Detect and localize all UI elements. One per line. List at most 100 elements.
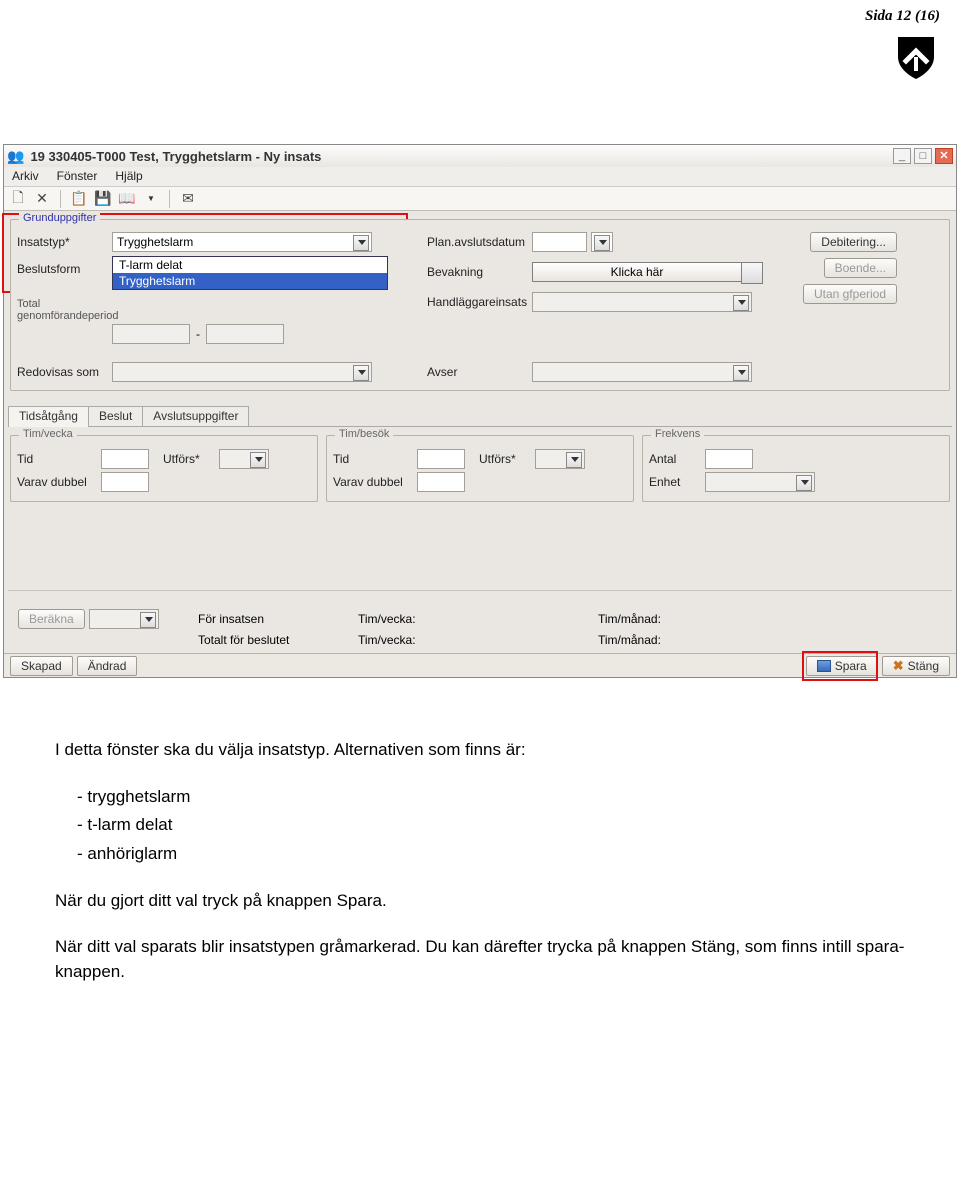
stang-button[interactable]: ✖ Stäng bbox=[882, 656, 950, 676]
tab-beslut[interactable]: Beslut bbox=[88, 406, 143, 426]
titlebar-app-icon: 👥 bbox=[7, 148, 24, 165]
dropdown-tb-utfors[interactable] bbox=[535, 449, 585, 469]
insatstyp-dropdown[interactable]: Trygghetslarm bbox=[112, 232, 372, 252]
toolbar-new-icon[interactable]: 🗋 bbox=[10, 191, 26, 207]
field-plan-avslut[interactable] bbox=[532, 232, 587, 252]
period-dash: - bbox=[196, 327, 200, 341]
bottom-summary: Beräkna För insatsen Tim/vecka: Tim/måna… bbox=[8, 590, 952, 653]
toolbar-separator-2 bbox=[169, 190, 170, 208]
instruction-para-2: När du gjort ditt val tryck på knappen S… bbox=[55, 889, 930, 914]
berakna-dropdown[interactable] bbox=[89, 609, 159, 629]
spara-button[interactable]: Spara bbox=[806, 656, 878, 676]
redovisas-dropdown[interactable] bbox=[112, 362, 372, 382]
panel-frekvens: Frekvens Antal Enhet bbox=[642, 435, 950, 502]
label-tb-tid: Tid bbox=[333, 452, 411, 466]
label-for-insatsen: För insatsen bbox=[198, 612, 328, 626]
stang-label: Stäng bbox=[908, 659, 939, 673]
andrad-button[interactable]: Ändrad bbox=[77, 656, 138, 676]
page-number: Sida 12 (16) bbox=[0, 0, 960, 25]
toolbar-save-icon[interactable]: 💾 bbox=[95, 191, 111, 207]
label-beslutsform: Beslutsform bbox=[17, 262, 112, 276]
berakna-button[interactable]: Beräkna bbox=[18, 609, 85, 629]
window-maximize-button[interactable]: □ bbox=[914, 148, 932, 164]
groupbox-grunduppgifter: Grunduppgifter Insatstyp* Trygghetslarm … bbox=[10, 219, 950, 391]
titlebar: 👥 19 330405-T000 Test, Trygghetslarm - N… bbox=[4, 145, 956, 167]
insatstyp-dropdown-list[interactable]: T-larm delat Trygghetslarm bbox=[112, 256, 388, 290]
boende-button[interactable]: Boende... bbox=[824, 258, 897, 278]
handlaggare-dropdown[interactable] bbox=[532, 292, 752, 312]
label-tm-2: Tim/månad: bbox=[598, 633, 688, 647]
toolbar-separator bbox=[60, 190, 61, 208]
panel-tim-besok-legend: Tim/besök bbox=[335, 428, 393, 440]
instruction-item-3: anhöriglarm bbox=[77, 842, 930, 867]
dropdown-fr-enhet[interactable] bbox=[705, 472, 815, 492]
panel-tim-vecka-legend: Tim/vecka bbox=[19, 428, 77, 440]
instruction-item-1: trygghetslarm bbox=[77, 785, 930, 810]
field-fr-antal[interactable] bbox=[705, 449, 753, 469]
bevakning-button-label: Klicka här bbox=[611, 265, 664, 279]
field-tv-tid[interactable] bbox=[101, 449, 149, 469]
dropdown-tv-utfors[interactable] bbox=[219, 449, 269, 469]
field-tb-dubbel[interactable] bbox=[417, 472, 465, 492]
menu-hjalp[interactable]: Hjälp bbox=[115, 169, 142, 184]
label-fr-antal: Antal bbox=[649, 452, 699, 466]
toolbar-delete-icon[interactable]: ✕ bbox=[34, 191, 50, 207]
label-tv-dubbel: Varav dubbel bbox=[17, 475, 95, 489]
instruction-para-3: När ditt val sparats blir insatstypen gr… bbox=[55, 935, 930, 984]
plan-avslut-date-picker[interactable] bbox=[591, 232, 613, 252]
insatstyp-option-1[interactable]: T-larm delat bbox=[113, 257, 387, 273]
window-close-button[interactable]: ✕ bbox=[935, 148, 953, 164]
tab-avslutsuppgifter[interactable]: Avslutsuppgifter bbox=[142, 406, 249, 426]
label-fr-enhet: Enhet bbox=[649, 475, 699, 489]
insatstyp-option-2[interactable]: Trygghetslarm bbox=[113, 273, 387, 289]
label-tm-1: Tim/månad: bbox=[598, 612, 688, 626]
label-tv-2: Tim/vecka: bbox=[358, 633, 448, 647]
titlebar-text: 19 330405-T000 Test, Trygghetslarm - Ny … bbox=[30, 149, 893, 164]
instruction-para-1: I detta fönster ska du välja insatstyp. … bbox=[55, 738, 930, 763]
menubar: Arkiv Fönster Hjälp bbox=[4, 167, 956, 187]
close-x-icon: ✖ bbox=[893, 658, 904, 674]
label-plan-avslut: Plan.avslutsdatum bbox=[427, 235, 532, 249]
label-handlaggare: Handläggareinsats bbox=[427, 295, 532, 309]
menu-arkiv[interactable]: Arkiv bbox=[12, 169, 39, 184]
bevakning-button[interactable]: Klicka här bbox=[532, 262, 742, 282]
panel-tim-vecka: Tim/vecka Tid Utförs* Varav dubbel bbox=[10, 435, 318, 502]
tabs: Tidsåtgång Beslut Avslutsuppgifter bbox=[8, 405, 952, 427]
utan-gfperiod-button[interactable]: Utan gfperiod bbox=[803, 284, 897, 304]
skapad-button[interactable]: Skapad bbox=[10, 656, 73, 676]
label-tv-1: Tim/vecka: bbox=[358, 612, 448, 626]
menu-fonster[interactable]: Fönster bbox=[57, 169, 98, 184]
logo-shield-icon bbox=[896, 35, 936, 84]
window-minimize-button[interactable]: _ bbox=[893, 148, 911, 164]
instructions: I detta fönster ska du välja insatstyp. … bbox=[0, 708, 960, 1046]
chevron-down-icon[interactable]: ▼ bbox=[143, 191, 159, 207]
field-period-to[interactable] bbox=[206, 324, 284, 344]
avser-dropdown[interactable] bbox=[532, 362, 752, 382]
toolbar-mail-icon[interactable]: ✉ bbox=[180, 191, 196, 207]
label-tb-dubbel: Varav dubbel bbox=[333, 475, 411, 489]
statusbar: Skapad Ändrad Spara ✖ Stäng bbox=[4, 653, 956, 677]
save-disk-icon bbox=[817, 660, 831, 672]
label-redovisas: Redovisas som bbox=[17, 365, 112, 379]
field-period-from[interactable] bbox=[112, 324, 190, 344]
label-tv-utfors: Utförs* bbox=[163, 452, 213, 466]
tab-tidsatgang[interactable]: Tidsåtgång bbox=[8, 406, 89, 427]
label-total-period: Total genomförandeperiod bbox=[17, 298, 112, 322]
app-window: 👥 19 330405-T000 Test, Trygghetslarm - N… bbox=[3, 144, 957, 678]
label-tb-utfors: Utförs* bbox=[479, 452, 529, 466]
label-bevakning: Bevakning bbox=[427, 265, 532, 279]
field-tv-dubbel[interactable] bbox=[101, 472, 149, 492]
toolbar: 🗋 ✕ 📋 💾 📖 ▼ ✉ bbox=[4, 187, 956, 211]
toolbar-book-icon[interactable]: 📖 bbox=[119, 191, 135, 207]
panel-tim-besok: Tim/besök Tid Utförs* Varav dubbel bbox=[326, 435, 634, 502]
field-tb-tid[interactable] bbox=[417, 449, 465, 469]
groupbox-legend: Grunduppgifter bbox=[19, 212, 100, 224]
label-insatstyp: Insatstyp* bbox=[17, 235, 112, 249]
label-avser: Avser bbox=[427, 365, 532, 379]
instruction-item-2: t-larm delat bbox=[77, 813, 930, 838]
label-totalt: Totalt för beslutet bbox=[198, 633, 328, 647]
toolbar-copy-icon[interactable]: 📋 bbox=[71, 191, 87, 207]
panel-frekvens-legend: Frekvens bbox=[651, 428, 704, 440]
label-tv-tid: Tid bbox=[17, 452, 95, 466]
debitering-button[interactable]: Debitering... bbox=[810, 232, 897, 252]
